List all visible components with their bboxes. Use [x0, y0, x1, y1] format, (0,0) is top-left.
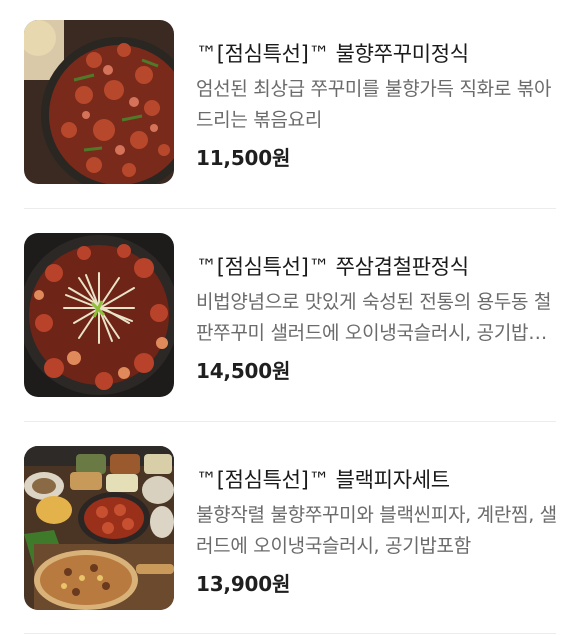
- iron-plate-octopus-photo-icon: [24, 233, 174, 397]
- menu-item-price: 11,500원: [196, 146, 291, 170]
- food-thumbnail[interactable]: [24, 446, 174, 610]
- menu-item-description: 비법양념으로 맛있게 숙성된 전통의 용두동 철판쭈꾸미 샐러드에 오이냉국슬러…: [196, 291, 552, 344]
- divider: [24, 421, 556, 422]
- menu-item-description: 엄선된 최상급 쭈꾸미를 불향가득 직화로 볶아드리는 볶음요리: [196, 78, 552, 131]
- octopus-stirfry-photo-icon: [24, 20, 174, 184]
- menu-item-name: ™[점심특선]™ 불향쭈꾸미정식: [196, 42, 469, 66]
- menu-item-price: 14,500원: [196, 359, 291, 383]
- menu-item[interactable]: ™[점심특선]™ 블랙피자세트 불향작렬 불향쭈꾸미와 블랙씬피자, 계란찜, …: [0, 426, 580, 635]
- menu-item-name: ™[점심특선]™ 쭈삼겹철판정식: [196, 255, 469, 279]
- menu-item-name: ™[점심특선]™ 블랙피자세트: [196, 468, 450, 492]
- menu-item-price: 13,900원: [196, 572, 291, 596]
- food-thumbnail[interactable]: [24, 20, 174, 184]
- menu-item[interactable]: ™[점심특선]™ 불향쭈꾸미정식 엄선된 최상급 쭈꾸미를 불향가득 직화로 볶…: [0, 0, 580, 213]
- menu-item-description: 불향작렬 불향쭈꾸미와 블랙씬피자, 계란찜, 샐러드에 오이냉국슬러시, 공기…: [196, 504, 557, 557]
- divider: [24, 633, 556, 634]
- divider: [24, 208, 556, 209]
- black-pizza-set-photo-icon: [24, 446, 174, 610]
- food-thumbnail[interactable]: [24, 233, 174, 397]
- menu-item[interactable]: ™[점심특선]™ 쭈삼겹철판정식 비법양념으로 맛있게 숙성된 전통의 용두동 …: [0, 213, 580, 426]
